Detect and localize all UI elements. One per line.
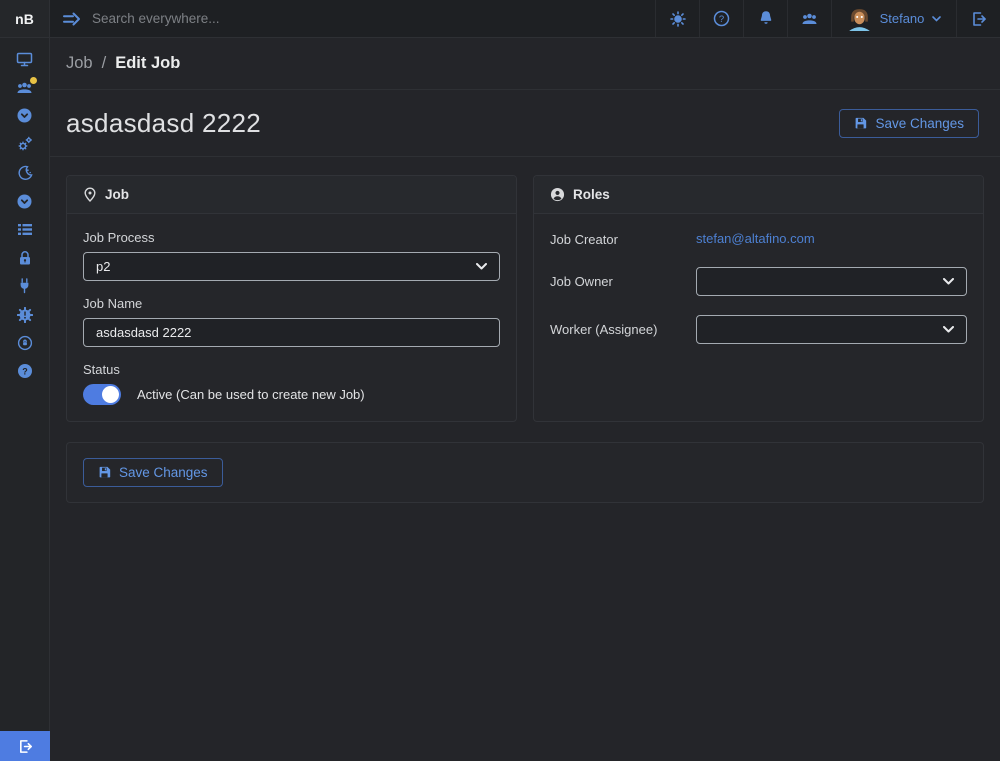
job-owner-select[interactable]	[696, 267, 967, 296]
save-changes-label: Save Changes	[119, 465, 208, 480]
job-owner-row: Job Owner	[550, 267, 967, 296]
help-circle-icon[interactable]: ?	[699, 0, 743, 37]
breadcrumb-current: Edit Job	[115, 54, 180, 73]
breadcrumb-parent[interactable]: Job	[66, 54, 93, 73]
job-owner-label: Job Owner	[550, 274, 696, 289]
circle-arrow-down-icon-2[interactable]	[0, 187, 50, 215]
security-dial-icon[interactable]	[0, 329, 50, 357]
circle-arrow-down-icon[interactable]	[0, 102, 50, 130]
job-process-value: p2	[96, 259, 110, 274]
breadcrumb-separator: /	[102, 54, 107, 73]
job-creator-link[interactable]: stefan@altafino.com	[696, 231, 815, 246]
chevron-down-icon	[943, 326, 954, 333]
roles-card-header: Roles	[534, 176, 983, 214]
menu-arrow-icon[interactable]	[50, 0, 92, 37]
breadcrumb: Job / Edit Job	[50, 38, 1000, 90]
roles-card: Roles Job Creator stefan@altafino.com Jo…	[533, 175, 984, 422]
users-icon[interactable]	[0, 73, 50, 101]
list-icon[interactable]	[0, 215, 50, 243]
save-changes-label: Save Changes	[875, 116, 964, 131]
plug-icon[interactable]	[0, 272, 50, 300]
save-changes-button-top[interactable]: Save Changes	[839, 109, 979, 138]
job-process-label: Job Process	[83, 230, 500, 245]
page-title: asdasdasd 2222	[66, 108, 261, 139]
bottom-save-panel: Save Changes	[66, 442, 984, 503]
user-menu[interactable]: Stefano	[831, 0, 956, 37]
chevron-down-icon	[943, 278, 954, 285]
worker-select[interactable]	[696, 315, 967, 344]
help-circle-icon[interactable]: ?	[0, 357, 50, 385]
title-bar: asdasdasd 2222 Save Changes	[50, 90, 1000, 157]
map-pin-icon	[83, 187, 97, 202]
toggle-knob	[102, 386, 119, 403]
job-process-select[interactable]: p2	[83, 252, 500, 281]
status-label: Status	[83, 362, 500, 377]
theme-sun-icon[interactable]	[655, 0, 699, 37]
job-card-header: Job	[67, 176, 516, 214]
save-changes-button-bottom[interactable]: Save Changes	[83, 458, 223, 487]
svg-text:?: ?	[22, 367, 28, 377]
notification-dot	[30, 77, 37, 84]
save-icon	[854, 117, 867, 130]
job-card-title: Job	[105, 187, 129, 202]
job-card: Job Job Process p2 Job Name Status	[66, 175, 517, 422]
gear-alert-icon[interactable]	[0, 301, 50, 329]
lock-icon[interactable]	[0, 244, 50, 272]
monitor-icon[interactable]	[0, 45, 50, 73]
status-text: Active (Can be used to create new Job)	[137, 387, 365, 402]
avatar	[847, 6, 872, 31]
worker-label: Worker (Assignee)	[550, 322, 696, 337]
content-area: Job Job Process p2 Job Name Status	[50, 157, 1000, 521]
topbar: nB ? St	[0, 0, 1000, 38]
status-toggle[interactable]	[83, 384, 121, 405]
svg-text:?: ?	[719, 14, 724, 25]
logout-icon[interactable]	[956, 0, 1000, 37]
bell-icon[interactable]	[743, 0, 787, 37]
person-circle-icon	[550, 187, 565, 202]
logout-icon	[18, 739, 33, 754]
app-logo-text: nB	[15, 11, 34, 27]
user-name: Stefano	[880, 11, 925, 26]
job-name-input[interactable]	[83, 318, 500, 347]
sidebar-nav: ?	[0, 38, 50, 761]
moon-stars-icon[interactable]	[0, 159, 50, 187]
gears-icon[interactable]	[0, 130, 50, 158]
save-icon	[98, 466, 111, 479]
job-creator-label: Job Creator	[550, 232, 696, 247]
users-group-icon[interactable]	[787, 0, 831, 37]
search-input[interactable]	[92, 0, 655, 37]
roles-card-title: Roles	[573, 187, 610, 202]
chevron-down-icon	[476, 263, 487, 270]
sidebar-logout-button[interactable]	[0, 731, 50, 761]
worker-row: Worker (Assignee)	[550, 315, 967, 344]
main-content: Job / Edit Job asdasdasd 2222 Save Chang…	[50, 38, 1000, 761]
app-logo[interactable]: nB	[0, 0, 50, 37]
chevron-down-icon	[932, 16, 941, 22]
job-name-label: Job Name	[83, 296, 500, 311]
job-creator-row: Job Creator stefan@altafino.com	[550, 230, 967, 248]
